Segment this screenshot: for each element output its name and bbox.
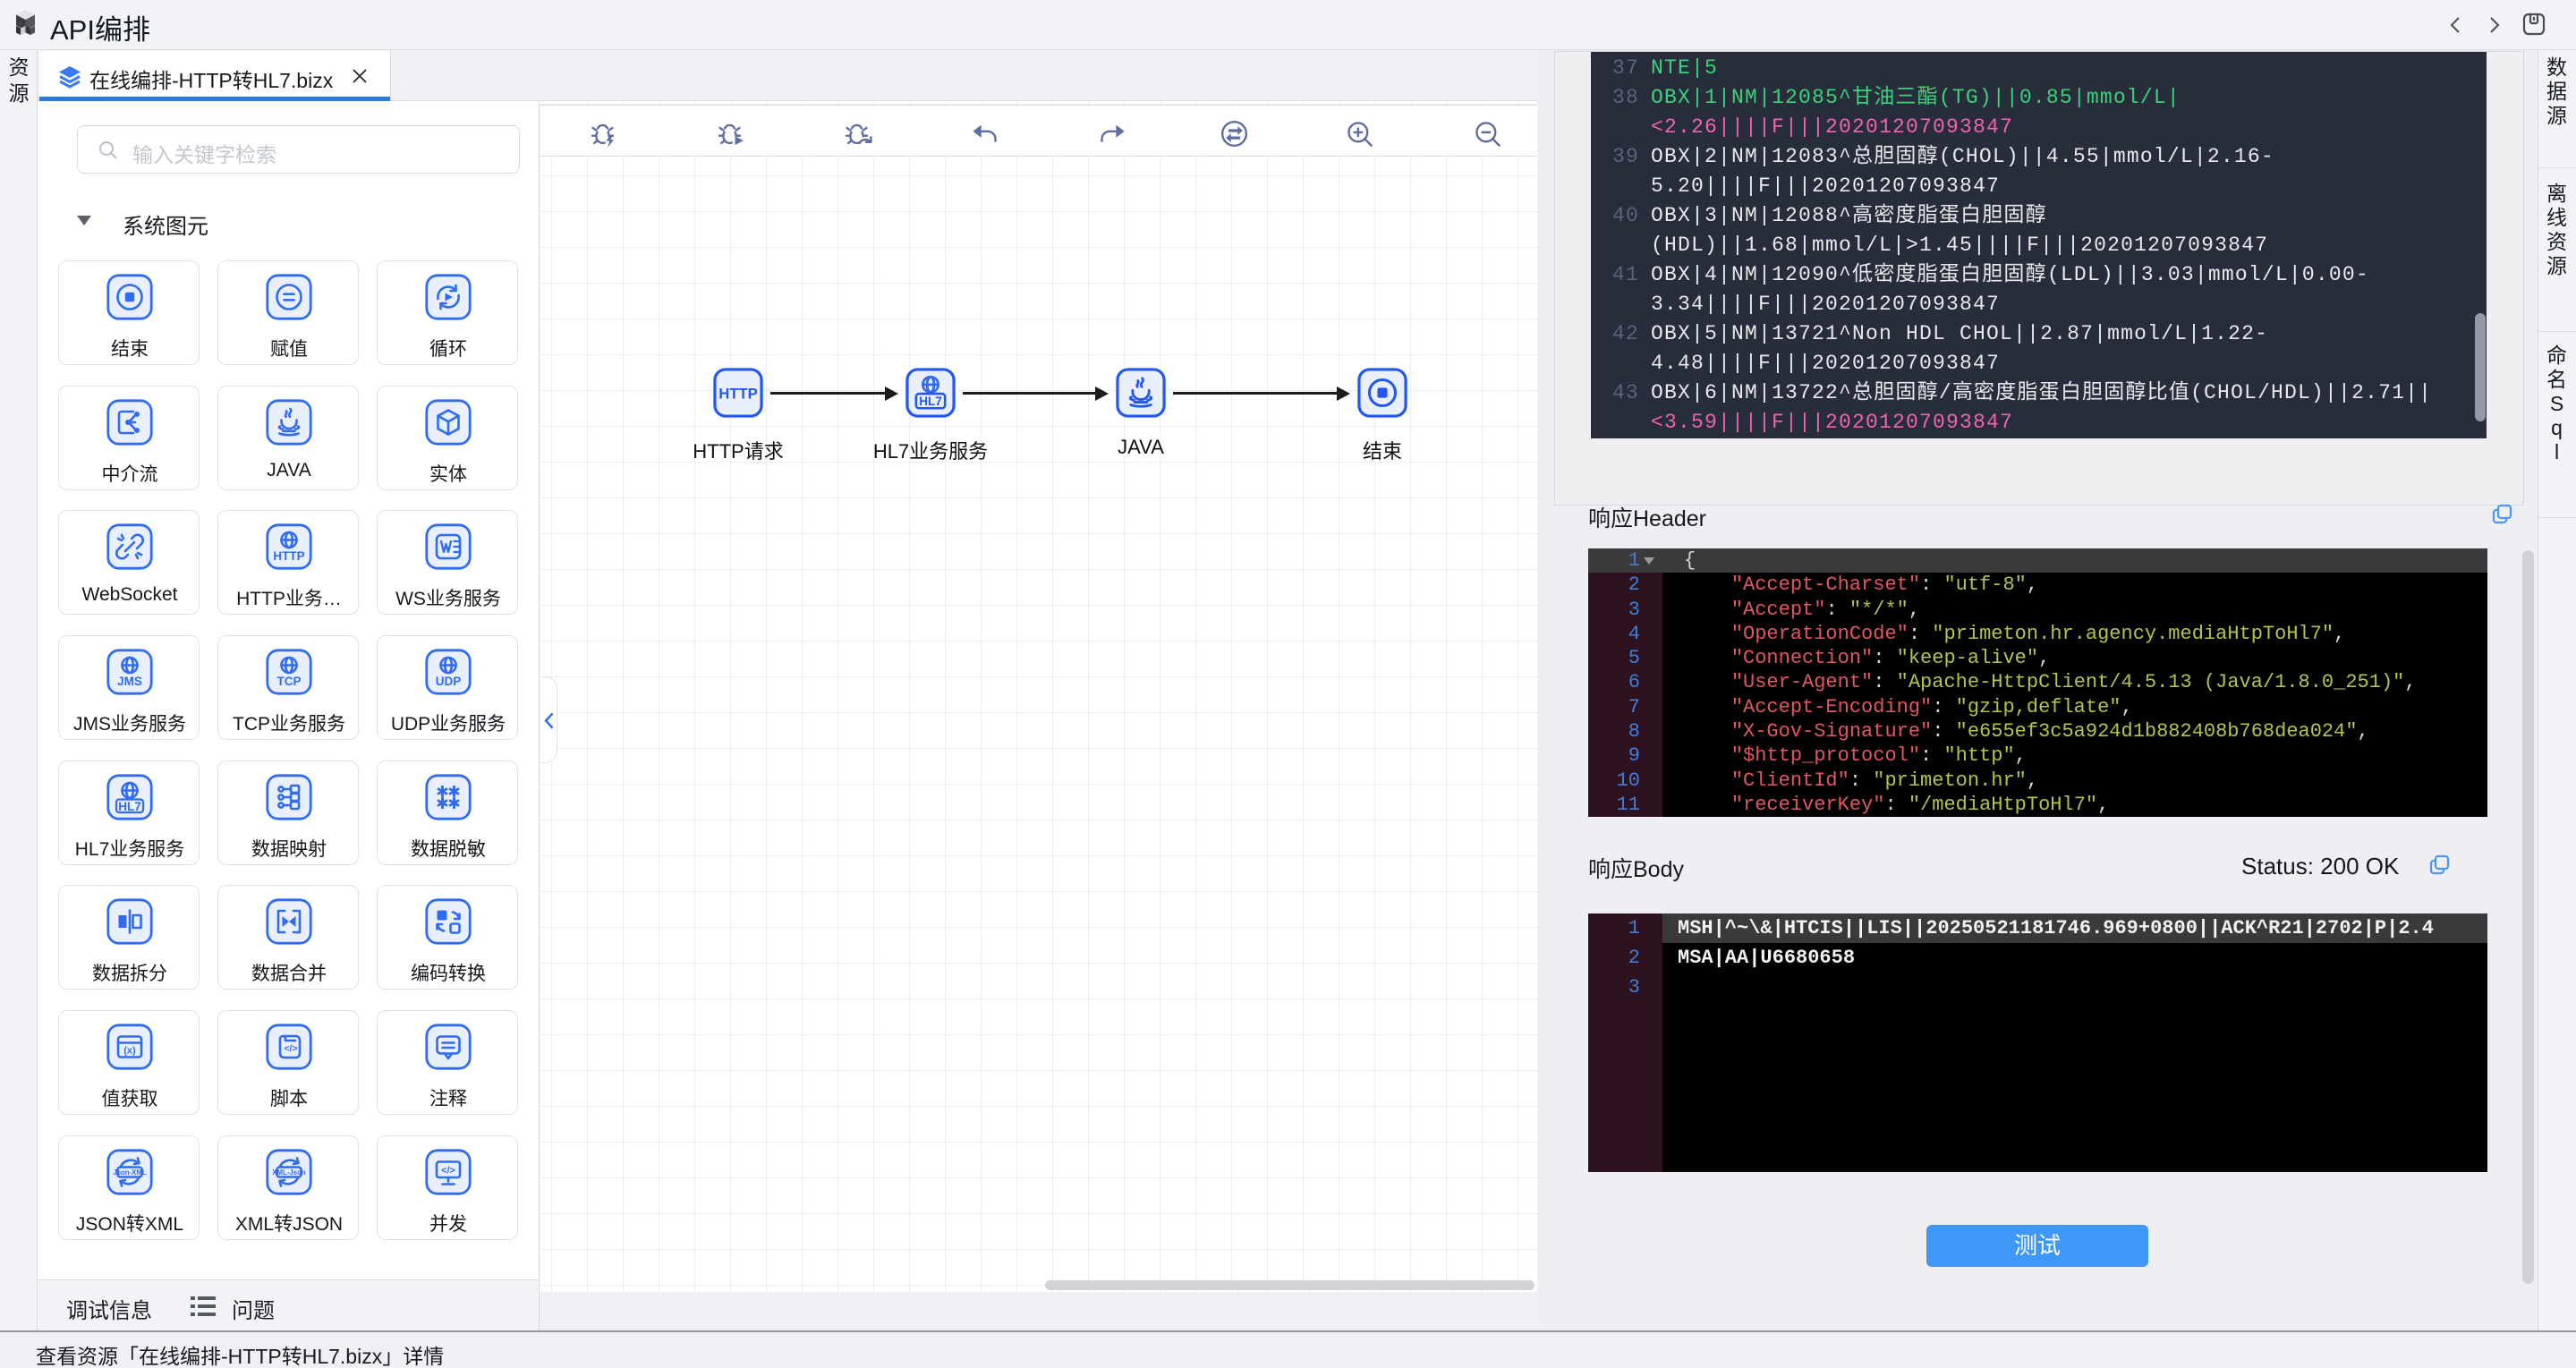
svg-text:Json-XML: Json-XML <box>113 1168 146 1177</box>
svg-text:HTTP: HTTP <box>273 549 304 563</box>
svg-text:(x): (x) <box>123 1046 136 1057</box>
svg-text:JMS: JMS <box>117 675 142 688</box>
svg-text:HL7: HL7 <box>118 800 141 813</box>
svg-text:</>: </> <box>284 1043 297 1054</box>
svg-text:TCP: TCP <box>277 675 302 688</box>
svg-text:UDP: UDP <box>436 675 462 688</box>
svg-text:HL7: HL7 <box>919 395 941 408</box>
svg-text:</>: </> <box>441 1166 455 1177</box>
svg-text:HTTP: HTTP <box>718 385 758 402</box>
svg-text:XML-Json: XML-Json <box>272 1168 305 1177</box>
